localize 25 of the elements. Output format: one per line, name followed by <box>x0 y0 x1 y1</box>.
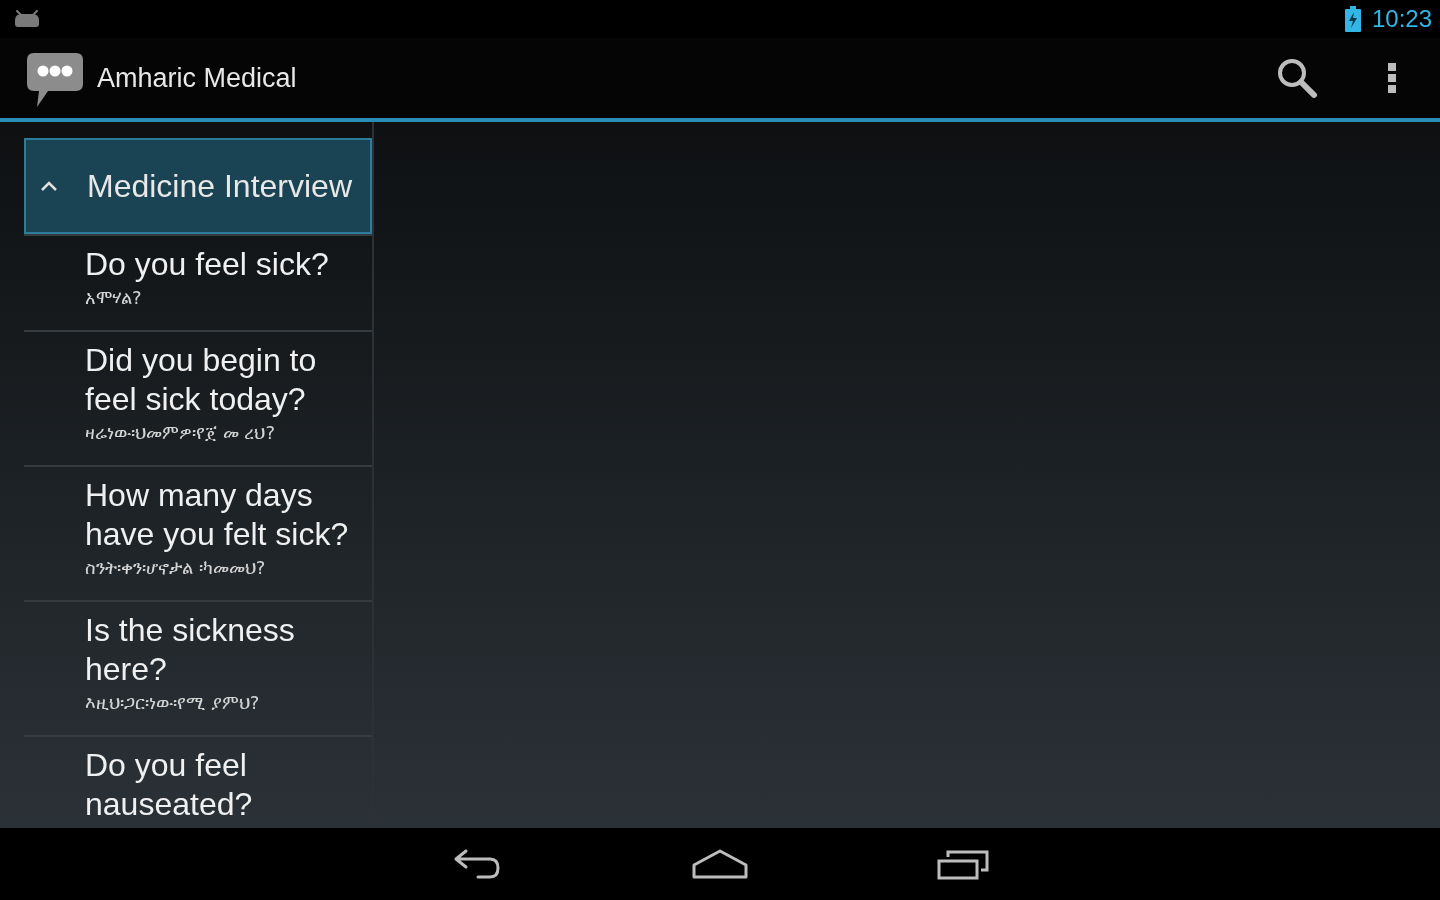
amharic-text: ስንት፡ቀን፡ሆኖታል ፡ካመመህ? <box>85 556 266 580</box>
speech-bubble-icon <box>26 52 84 108</box>
status-time: 10:23 <box>1371 5 1432 33</box>
amharic-text: ዛሬነው፡ህመምዎ፡የጀ መ ረህ? <box>85 421 275 445</box>
list-item[interactable]: Is the sickness here? እዚህ፡ጋር፡ነው፡የሚ ያምህ? <box>24 600 372 735</box>
app-title: Amharic Medical <box>97 62 297 94</box>
english-text: Is the sickness here? <box>85 611 296 689</box>
group-header[interactable]: Medicine Interview <box>24 138 372 234</box>
english-text: How many days have you felt sick? <box>85 476 350 554</box>
home-icon[interactable] <box>691 848 749 880</box>
recent-apps-icon[interactable] <box>937 848 989 880</box>
english-text: Do you feel sick? <box>85 245 329 284</box>
amharic-text: እዚህ፡ጋር፡ነው፡የሚ ያምህ? <box>85 691 260 715</box>
robot-head-icon <box>14 10 40 28</box>
english-text: Do you feel nauseated? <box>85 746 254 824</box>
english-text: Did you begin to feel sick today? <box>85 341 318 419</box>
list-item[interactable]: Did you begin to feel sick today? ዛሬነው፡ህመምዎ፡የጀ መ ረህ? <box>24 330 372 465</box>
overflow-menu-icon[interactable] <box>1388 63 1396 93</box>
list-item[interactable]: How many days have you felt sick? ስንት፡ቀን፡ሆኖታል ፡ካመመህ? <box>24 465 372 600</box>
amharic-text: አሞሃል? <box>85 286 142 310</box>
list-item[interactable]: Do you feel nauseated? <box>24 735 372 824</box>
list-item[interactable]: Do you feel sick? አሞሃል? <box>24 234 372 330</box>
search-icon[interactable] <box>1276 57 1318 99</box>
back-arrow-icon[interactable] <box>452 848 502 880</box>
battery-charging-icon <box>1344 6 1361 32</box>
